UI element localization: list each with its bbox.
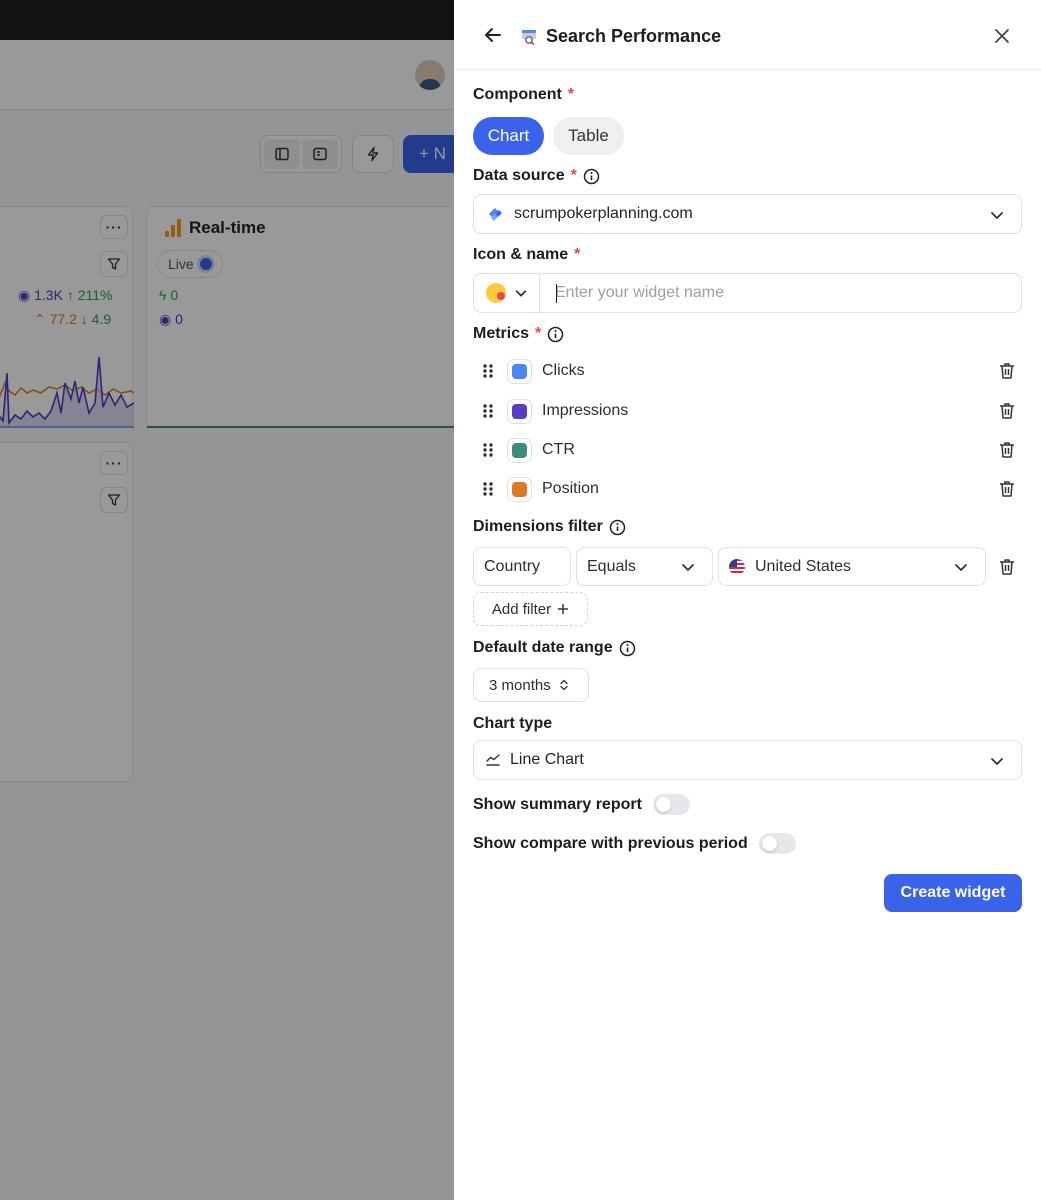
date-range-value: 3 months: [489, 676, 551, 694]
info-icon[interactable]: [619, 640, 636, 657]
summary-report-label: Show summary report: [473, 795, 642, 813]
color-picker[interactable]: [507, 437, 532, 463]
chevron-down-icon: [955, 564, 967, 571]
data-source-value: scrumpokerplanning.com: [514, 205, 693, 222]
drag-handle-icon[interactable]: [477, 361, 499, 381]
component-chart-option[interactable]: Chart: [473, 117, 544, 155]
date-range-label-text: Default date range: [473, 639, 613, 656]
kissing-face-emoji-icon: [486, 283, 506, 303]
drag-handle-icon[interactable]: [477, 440, 499, 460]
filter-value-select[interactable]: United States: [718, 547, 986, 586]
color-swatch: [512, 442, 527, 458]
info-icon[interactable]: [583, 168, 600, 185]
dimension-value: Country: [484, 557, 541, 575]
info-icon[interactable]: [547, 326, 564, 343]
metric-row: Clicks: [473, 356, 1022, 386]
required-marker: *: [574, 246, 581, 263]
compare-period-label: Show compare with previous period: [473, 834, 748, 852]
compare-period-row: Show compare with previous period: [473, 833, 796, 854]
metric-name: CTR: [542, 441, 575, 458]
dashboard-background: + N ··· ◉ 1.3K ↑ 211% ⌃ 77.2 ↓ 4.9 Real-…: [0, 0, 454, 1200]
color-picker[interactable]: [507, 398, 532, 424]
widget-name-input[interactable]: [541, 274, 1021, 312]
date-range-label: Default date range: [473, 639, 636, 657]
text-caret: [556, 284, 557, 303]
trash-icon[interactable]: [997, 440, 1017, 460]
modal-overlay[interactable]: [0, 0, 454, 1200]
metric-name: Position: [542, 480, 599, 497]
summary-report-toggle[interactable]: [652, 794, 690, 815]
dimensions-filter-label: Dimensions filter: [473, 518, 626, 536]
metrics-label: Metrics *: [473, 325, 564, 343]
chevron-down-icon: [991, 758, 1003, 765]
add-filter-label: Add filter: [491, 600, 552, 618]
data-source-label-text: Data source: [473, 167, 565, 184]
required-marker: *: [570, 167, 577, 184]
chevron-down-icon: [682, 564, 694, 571]
color-swatch: [512, 481, 527, 497]
data-source-select[interactable]: scrumpokerplanning.com: [473, 194, 1022, 234]
trash-icon[interactable]: [997, 479, 1017, 499]
us-flag-icon: [729, 558, 745, 575]
drag-handle-icon[interactable]: [477, 479, 499, 499]
panel-header: Search Performance: [454, 0, 1041, 70]
back-arrow-icon[interactable]: [482, 24, 504, 46]
color-swatch: [512, 403, 527, 419]
chevron-down-icon: [515, 290, 527, 297]
chart-type-label: Chart type: [473, 715, 552, 733]
chart-type-label-text: Chart type: [473, 715, 553, 732]
color-picker[interactable]: [507, 476, 532, 502]
info-icon[interactable]: [609, 519, 626, 536]
plus-icon: [558, 604, 569, 614]
required-marker: *: [567, 86, 575, 103]
search-console-logo-icon: [489, 208, 502, 221]
component-table-option[interactable]: Table: [553, 117, 624, 155]
drag-handle-icon[interactable]: [477, 401, 499, 421]
filter-value: United States: [755, 557, 852, 575]
operator-select[interactable]: Equals: [576, 547, 713, 586]
component-label-text: Component: [473, 86, 562, 103]
metric-row: Position: [473, 474, 1022, 504]
icon-name-row: [473, 273, 1022, 313]
add-filter-button[interactable]: Add filter: [473, 592, 588, 626]
data-source-label: Data source *: [473, 167, 600, 185]
chevron-up-down-icon: [560, 679, 568, 691]
metric-name: Clicks: [542, 362, 585, 379]
color-picker[interactable]: [507, 358, 532, 384]
search-console-icon: [522, 30, 536, 45]
compare-period-toggle[interactable]: [758, 833, 796, 854]
summary-report-row: Show summary report: [473, 794, 690, 815]
component-label: Component *: [473, 86, 574, 104]
icon-name-label-text: Icon & name: [473, 246, 569, 263]
dimension-select[interactable]: Country: [473, 547, 571, 586]
line-chart-icon: [486, 754, 500, 766]
chart-type-value: Line Chart: [510, 751, 584, 768]
metrics-label-text: Metrics: [473, 325, 530, 342]
widget-editor-panel: Search Performance Component * Chart Tabl…: [454, 0, 1041, 1200]
icon-name-label: Icon & name *: [473, 246, 580, 264]
chevron-down-icon: [991, 212, 1003, 219]
metric-name: Impressions: [542, 402, 629, 419]
trash-icon[interactable]: [997, 557, 1017, 577]
trash-icon[interactable]: [997, 361, 1017, 381]
color-swatch: [512, 363, 527, 379]
metric-row: Impressions: [473, 396, 1022, 426]
operator-value: Equals: [587, 557, 636, 575]
metric-row: CTR: [473, 435, 1022, 465]
chart-type-select[interactable]: Line Chart: [473, 740, 1022, 780]
required-marker: *: [535, 325, 542, 342]
trash-icon[interactable]: [997, 401, 1017, 421]
create-widget-button[interactable]: Create widget: [884, 874, 1022, 912]
date-range-select[interactable]: 3 months: [473, 668, 589, 702]
close-icon[interactable]: [991, 25, 1013, 47]
emoji-picker[interactable]: [474, 274, 540, 312]
dimensions-filter-label-text: Dimensions filter: [473, 518, 603, 535]
panel-title: Search Performance: [546, 26, 722, 46]
